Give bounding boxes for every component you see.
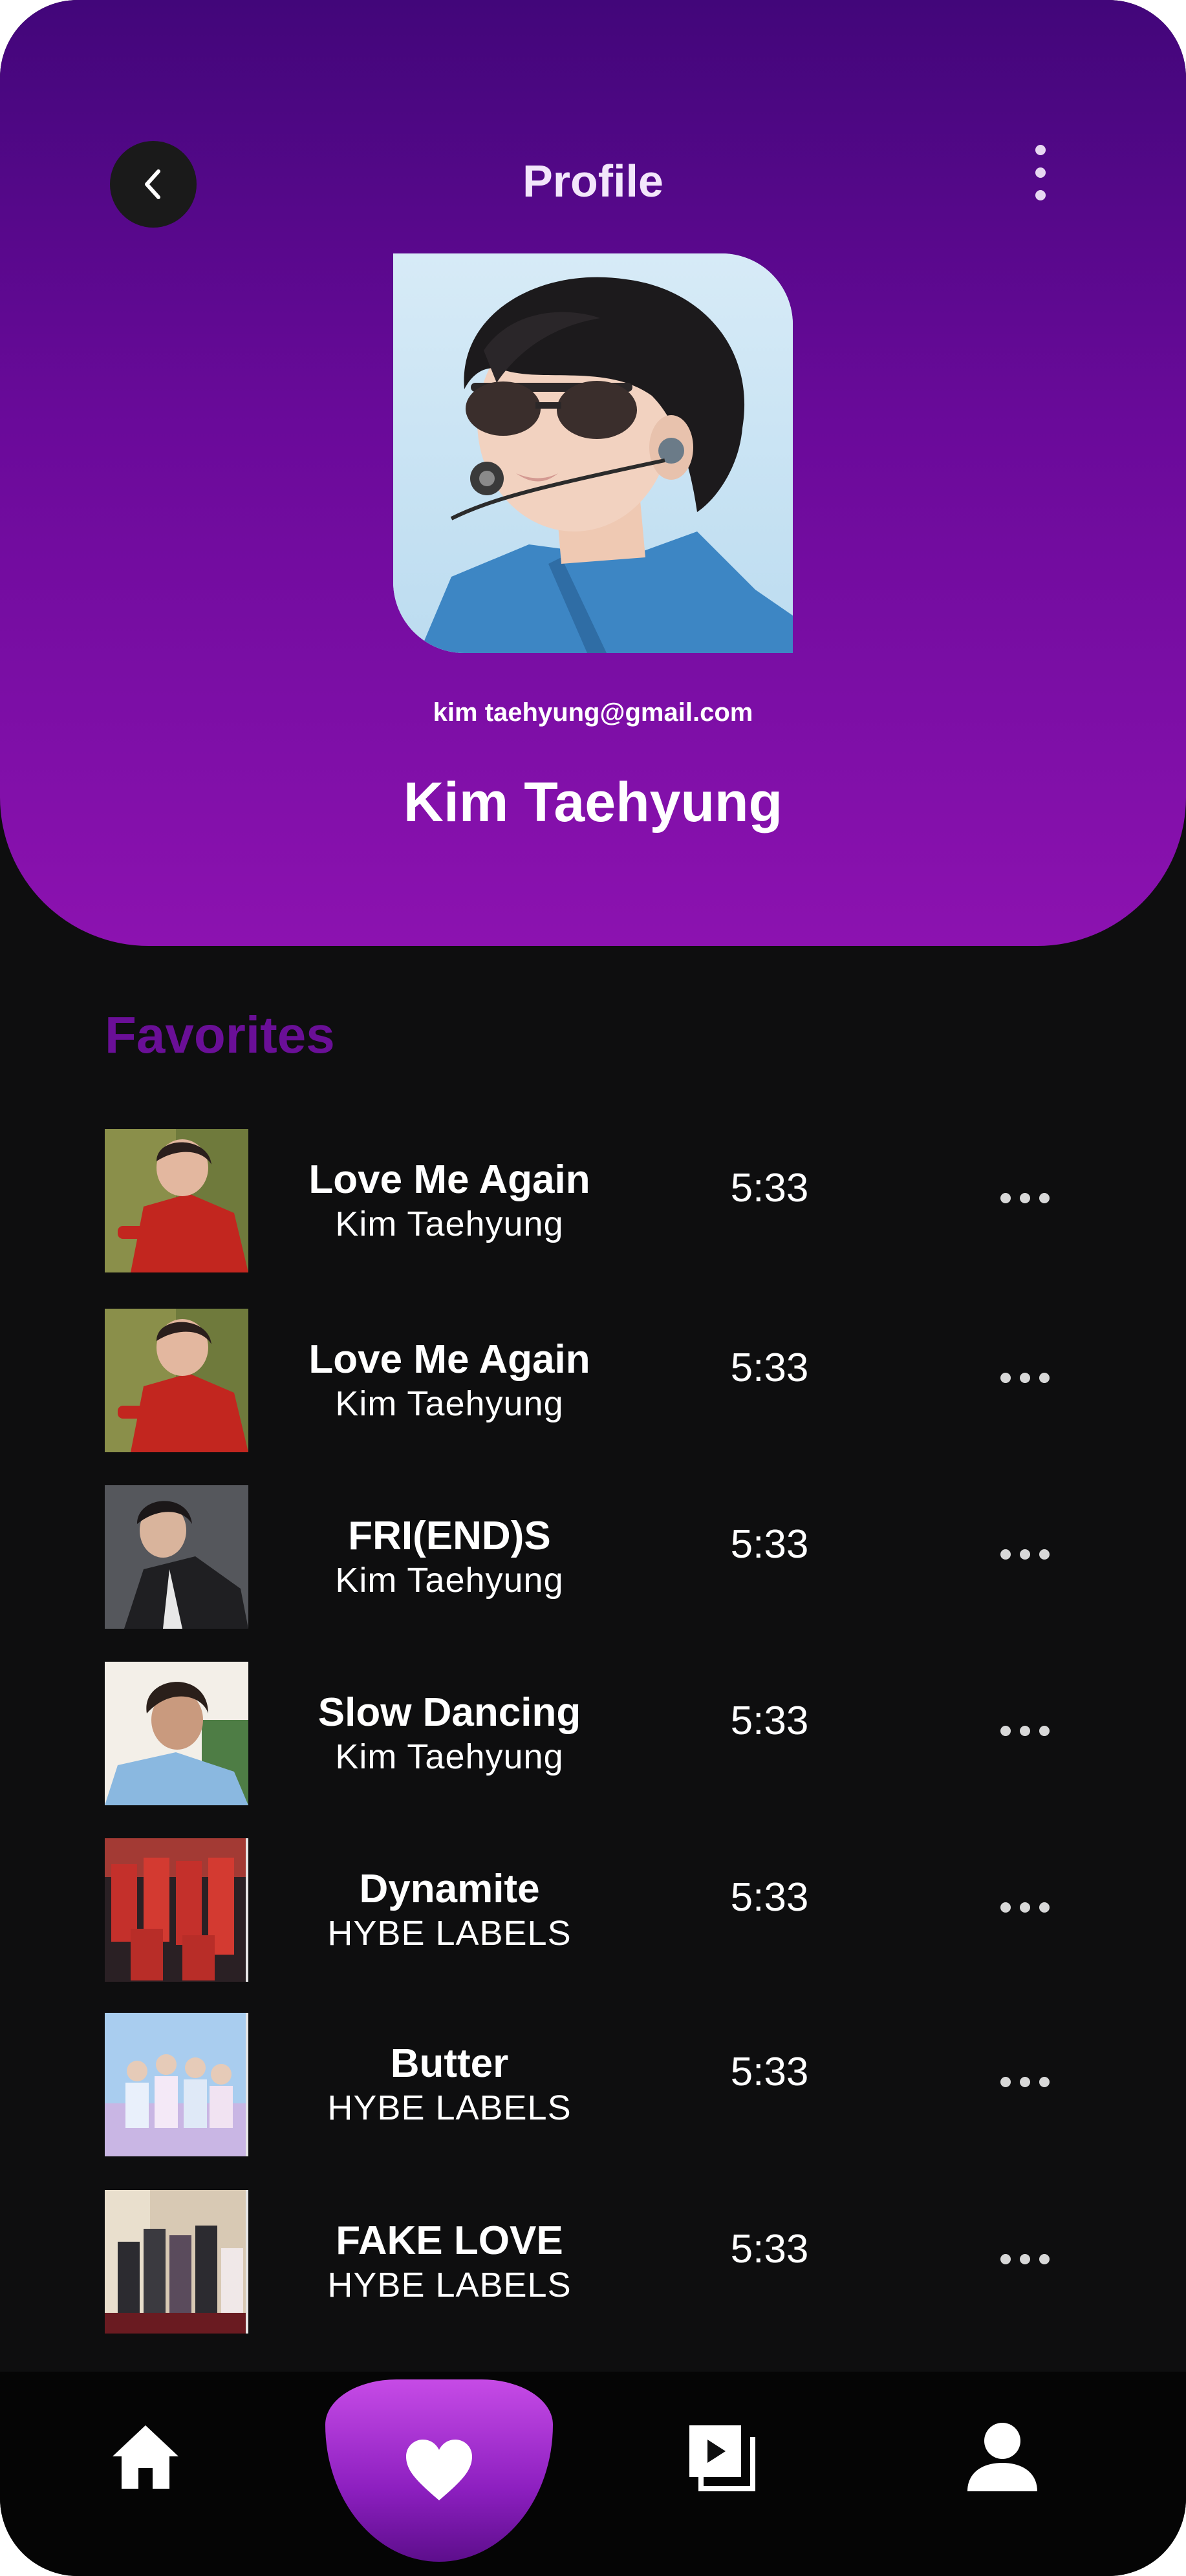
track-thumbnail — [105, 2013, 248, 2156]
track-thumbnail — [105, 2190, 248, 2334]
track-title: Slow Dancing — [318, 1690, 581, 1735]
track-row[interactable]: Butter HYBE LABELS 5:33 — [0, 2013, 1186, 2156]
favorites-heading: Favorites — [105, 1006, 335, 1064]
more-horizontal-icon — [1000, 1549, 1050, 1560]
profile-email: kim taehyung@gmail.com — [433, 698, 753, 727]
track-thumbnail — [105, 1838, 248, 1982]
nav-home-button[interactable] — [103, 2418, 188, 2496]
track-title: Love Me Again — [308, 1337, 590, 1382]
track-duration: 5:33 — [730, 1699, 809, 1743]
track-thumbnail — [105, 1309, 248, 1452]
phone-screen: Profile kim taehyung@gmail.com Kim Taehy… — [0, 0, 1186, 2576]
track-duration: 5:33 — [730, 2227, 809, 2271]
red-portrait-thumb — [105, 1129, 248, 1272]
track-more-button[interactable] — [983, 2230, 1067, 2288]
track-duration: 5:33 — [730, 1166, 809, 1210]
track-row[interactable]: FAKE LOVE HYBE LABELS 5:33 — [0, 2190, 1186, 2334]
suit-portrait-thumb — [105, 1485, 248, 1629]
track-artist: HYBE LABELS — [327, 2266, 572, 2304]
track-info: FAKE LOVE HYBE LABELS — [272, 2218, 627, 2306]
track-more-button[interactable] — [983, 1878, 1067, 1937]
more-vertical-icon — [1035, 145, 1046, 200]
track-thumbnail — [105, 1485, 248, 1629]
denim-portrait-thumb — [105, 1662, 248, 1805]
more-horizontal-icon — [1000, 1373, 1050, 1383]
track-artist: Kim Taehyung — [335, 1737, 564, 1776]
avatar-photo — [393, 253, 793, 653]
red-portrait-thumb — [105, 1309, 248, 1452]
user-icon — [967, 2423, 1037, 2491]
track-info: Dynamite HYBE LABELS — [272, 1867, 627, 1955]
track-duration: 5:33 — [730, 1522, 809, 1567]
track-duration: 5:33 — [730, 1875, 809, 1920]
track-row[interactable]: Love Me Again Kim Taehyung 5:33 — [0, 1309, 1186, 1452]
nav-profile-button[interactable] — [957, 2415, 1048, 2499]
group-pastel-thumb — [105, 2013, 248, 2156]
home-icon — [113, 2425, 178, 2489]
track-duration: 5:33 — [730, 1346, 809, 1390]
more-options-button[interactable] — [1019, 144, 1062, 202]
track-duration: 5:33 — [730, 2050, 809, 2094]
track-title: Dynamite — [359, 1867, 540, 1911]
playlist-icon — [689, 2425, 755, 2491]
track-title: FRI(END)S — [348, 1514, 551, 1558]
track-info: FRI(END)S Kim Taehyung — [272, 1514, 627, 1602]
track-thumbnail — [105, 1662, 248, 1805]
track-title: FAKE LOVE — [336, 2218, 563, 2263]
track-title: Butter — [390, 2041, 509, 2086]
track-info: Butter HYBE LABELS — [272, 2041, 627, 2129]
track-info: Slow Dancing Kim Taehyung — [272, 1690, 627, 1778]
track-thumbnail — [105, 1129, 248, 1272]
track-artist: HYBE LABELS — [327, 2088, 572, 2127]
track-info: Love Me Again Kim Taehyung — [272, 1337, 627, 1425]
track-title: Love Me Again — [308, 1157, 590, 1202]
track-row[interactable]: FRI(END)S Kim Taehyung 5:33 — [0, 1485, 1186, 1629]
track-artist: Kim Taehyung — [335, 1561, 564, 1600]
profile-name: Kim Taehyung — [403, 771, 783, 833]
track-row[interactable]: Slow Dancing Kim Taehyung 5:33 — [0, 1662, 1186, 1805]
profile-avatar — [393, 253, 793, 653]
more-horizontal-icon — [1000, 2254, 1050, 2264]
group-dark-thumb — [105, 2190, 248, 2334]
track-more-button[interactable] — [983, 1702, 1067, 1760]
more-horizontal-icon — [1000, 1193, 1050, 1203]
track-more-button[interactable] — [983, 1349, 1067, 1407]
group-red-thumb — [105, 1838, 248, 1982]
track-more-button[interactable] — [983, 1525, 1067, 1583]
page-title: Profile — [523, 156, 663, 206]
more-horizontal-icon — [1000, 1902, 1050, 1913]
more-horizontal-icon — [1000, 1726, 1050, 1736]
track-more-button[interactable] — [983, 1169, 1067, 1227]
track-row[interactable]: Love Me Again Kim Taehyung 5:33 — [0, 1129, 1186, 1272]
track-artist: Kim Taehyung — [335, 1205, 564, 1243]
track-artist: Kim Taehyung — [335, 1384, 564, 1423]
track-row[interactable]: Dynamite HYBE LABELS 5:33 — [0, 1838, 1186, 1982]
nav-playlist-button[interactable] — [679, 2418, 763, 2496]
track-artist: HYBE LABELS — [327, 1914, 572, 1953]
track-more-button[interactable] — [983, 2053, 1067, 2111]
profile-header: Profile kim taehyung@gmail.com Kim Taehy… — [0, 0, 1186, 946]
more-horizontal-icon — [1000, 2077, 1050, 2087]
heart-icon — [406, 2440, 472, 2500]
track-info: Love Me Again Kim Taehyung — [272, 1157, 627, 1245]
